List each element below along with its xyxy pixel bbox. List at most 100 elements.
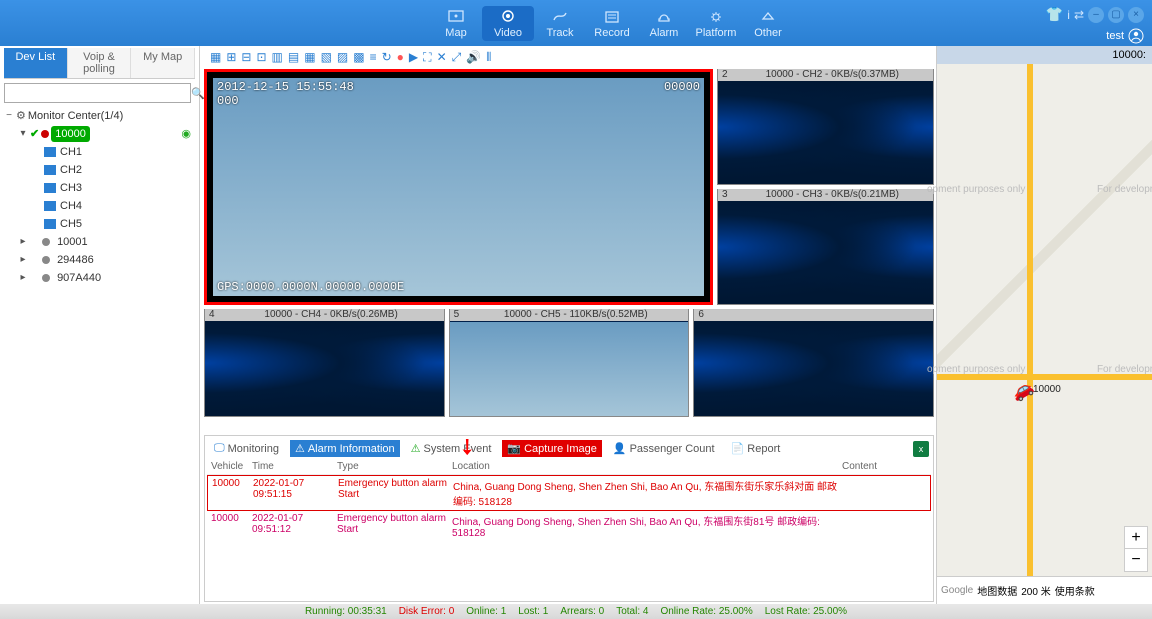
tab-mymap[interactable]: My Map	[131, 48, 195, 78]
status-total: Total: 4	[616, 606, 648, 617]
maximize-button[interactable]: ▢	[1108, 7, 1124, 23]
video-tile-ch2[interactable]: 210000 - CH2 - 0KB/s(0.37MB)	[717, 69, 934, 185]
ptab-passenger[interactable]: 👤Passenger Count	[608, 440, 720, 457]
collapse-icon[interactable]: ▾	[18, 126, 28, 142]
minimize-button[interactable]: –	[1088, 7, 1104, 23]
user-icon	[1128, 28, 1144, 44]
zoom-out-button[interactable]: −	[1125, 549, 1147, 571]
tab-map[interactable]: Map	[430, 6, 482, 41]
ptab-capture[interactable]: 📷Capture Image	[502, 440, 601, 457]
channel-ch1[interactable]: CH1	[60, 144, 82, 160]
toolbar-icon[interactable]: ▤	[288, 50, 299, 64]
ptab-alarm[interactable]: ⚠Alarm Information➘	[290, 440, 400, 457]
google-logo: Google	[941, 585, 973, 596]
video-tile-6[interactable]: 6	[693, 309, 934, 417]
callout-arrow-icon: ➘	[451, 431, 482, 462]
collapse-icon[interactable]: −	[4, 108, 14, 124]
toolbar-icon[interactable]: ↻	[382, 50, 392, 64]
monitor-icon: 🖵	[214, 442, 225, 455]
camera-icon	[44, 165, 56, 175]
swap-icon[interactable]: ⇄	[1074, 8, 1084, 22]
expand-icon[interactable]: ▸	[18, 270, 28, 286]
status-online-rate: Online Rate: 25.00%	[660, 606, 752, 617]
toolbar-icon[interactable]: ▨	[337, 50, 348, 64]
info-panel: 🖵Monitoring ⚠Alarm Information➘ ⚠System …	[204, 435, 934, 602]
tab-voip[interactable]: Voip & polling	[68, 48, 132, 78]
device-search-input[interactable]	[4, 83, 191, 103]
toolbar-icon[interactable]: ⤢	[452, 50, 462, 65]
status-lost-rate: Lost Rate: 25.00%	[765, 606, 847, 617]
toolbar-icon[interactable]: ⊟	[241, 50, 251, 64]
video-gps: GPS:0000.0000N.00000.0000E	[217, 280, 404, 294]
map-footer: Google 地图数据 200 米 使用条款	[937, 576, 1152, 604]
tab-video[interactable]: Video	[482, 6, 534, 41]
status-online: Online: 1	[466, 606, 506, 617]
status-bar: Running: 00:35:31 Disk Error: 0 Online: …	[0, 604, 1152, 619]
status-disk: Disk Error: 0	[399, 606, 455, 617]
toolbar-icon[interactable]: ●	[397, 50, 404, 64]
status-arrears: Arrears: 0	[560, 606, 604, 617]
info-icon[interactable]: i	[1067, 8, 1070, 22]
toolbar-icon[interactable]: ⛶	[423, 50, 431, 65]
export-excel-button[interactable]: x	[913, 441, 929, 457]
tab-devlist[interactable]: Dev List	[4, 48, 68, 78]
toolbar-icon[interactable]: ✕	[437, 50, 447, 64]
tab-other[interactable]: Other	[742, 6, 794, 41]
map-canvas[interactable]: opment purposes only For development opm…	[937, 64, 1152, 576]
channel-ch2[interactable]: CH2	[60, 162, 82, 178]
video-sub: 000	[217, 94, 239, 108]
gear-icon: ⚙	[16, 108, 26, 124]
toolbar-icon[interactable]: ▧	[321, 50, 332, 64]
toolbar-icon[interactable]: 🔊	[466, 50, 481, 64]
tab-record[interactable]: Record	[586, 6, 638, 41]
alarm-row[interactable]: 10000 2022-01-07 09:51:15 Emergency butt…	[207, 475, 931, 511]
close-button[interactable]: ×	[1128, 7, 1144, 23]
tab-track[interactable]: Track	[534, 6, 586, 41]
camera-icon: 📷	[507, 442, 521, 455]
map-pane: 10000: ⛶ opment purposes only For develo…	[936, 46, 1152, 604]
toolbar-icon[interactable]: ⊡	[256, 50, 266, 64]
map-zoom: + −	[1124, 526, 1148, 572]
expand-icon[interactable]: ▸	[18, 252, 28, 268]
tree-root[interactable]: Monitor Center(1/4)	[28, 108, 123, 124]
tab-platform[interactable]: Platform	[690, 6, 742, 41]
video-tile-ch3[interactable]: 310000 - CH3 - 0KB/s(0.21MB)	[717, 189, 934, 305]
device-907a440[interactable]: 907A440	[57, 270, 101, 286]
user-area[interactable]: test	[1106, 28, 1144, 44]
tshirt-icon[interactable]: 👕	[1046, 6, 1063, 23]
expand-icon[interactable]: ▸	[18, 234, 28, 250]
alarm-table-header: Vehicle Time Type Location Content	[207, 459, 931, 475]
toolbar-icon[interactable]: ▦	[210, 50, 221, 64]
channel-ch4[interactable]: CH4	[60, 198, 82, 214]
zoom-in-button[interactable]: +	[1125, 527, 1147, 549]
ptab-report[interactable]: 📄Report	[726, 440, 786, 457]
ptab-monitoring[interactable]: 🖵Monitoring	[209, 440, 284, 457]
left-pane: Dev List Voip & polling My Map 🔍 −⚙Monit…	[0, 46, 200, 604]
video-tile-ch4[interactable]: 410000 - CH4 - 0KB/s(0.26MB)	[204, 309, 445, 417]
device-10000[interactable]: 10000	[51, 126, 90, 142]
channel-ch5[interactable]: CH5	[60, 216, 82, 232]
toolbar-icon[interactable]: ≡	[370, 50, 377, 64]
video-counter: 00000	[664, 80, 700, 94]
main-video-ch1[interactable]: 2012-12-15 15:55:48 000 00000 GPS:0000.0…	[204, 69, 713, 305]
device-294486[interactable]: 294486	[57, 252, 94, 268]
tab-alarm[interactable]: Alarm	[638, 6, 690, 41]
video-tile-ch5[interactable]: 510000 - CH5 - 110KB/s(0.52MB)	[449, 309, 690, 417]
status-red-icon	[41, 130, 49, 138]
toolbar-icon[interactable]: ▥	[272, 50, 283, 64]
vehicle-label: 10000	[1033, 384, 1061, 395]
toolbar-icon[interactable]: ▩	[353, 50, 364, 64]
toolbar-icon[interactable]: ▦	[304, 50, 315, 64]
alarm-row[interactable]: 10000 2022-01-07 09:51:12 Emergency butt…	[207, 511, 931, 541]
channel-ch3[interactable]: CH3	[60, 180, 82, 196]
camera-icon	[44, 219, 56, 229]
toolbar-icon[interactable]: ▶	[409, 50, 418, 64]
toolbar-icon[interactable]: ⊞	[226, 50, 236, 64]
status-gray-icon	[42, 256, 50, 264]
status-lost: Lost: 1	[518, 606, 548, 617]
header-tabs: Map Video Track Record Alarm Platform Ot…	[430, 6, 794, 41]
toolbar-icon[interactable]: ⫴	[486, 50, 491, 65]
window-controls: 👕 i ⇄ – ▢ ×	[1046, 6, 1144, 23]
video-toolbar: ▦ ⊞ ⊟ ⊡ ▥ ▤ ▦ ▧ ▨ ▩ ≡ ↻ ● ▶ ⛶ ✕ ⤢ 🔊 ⫴	[204, 48, 934, 66]
device-10001[interactable]: 10001	[57, 234, 88, 250]
